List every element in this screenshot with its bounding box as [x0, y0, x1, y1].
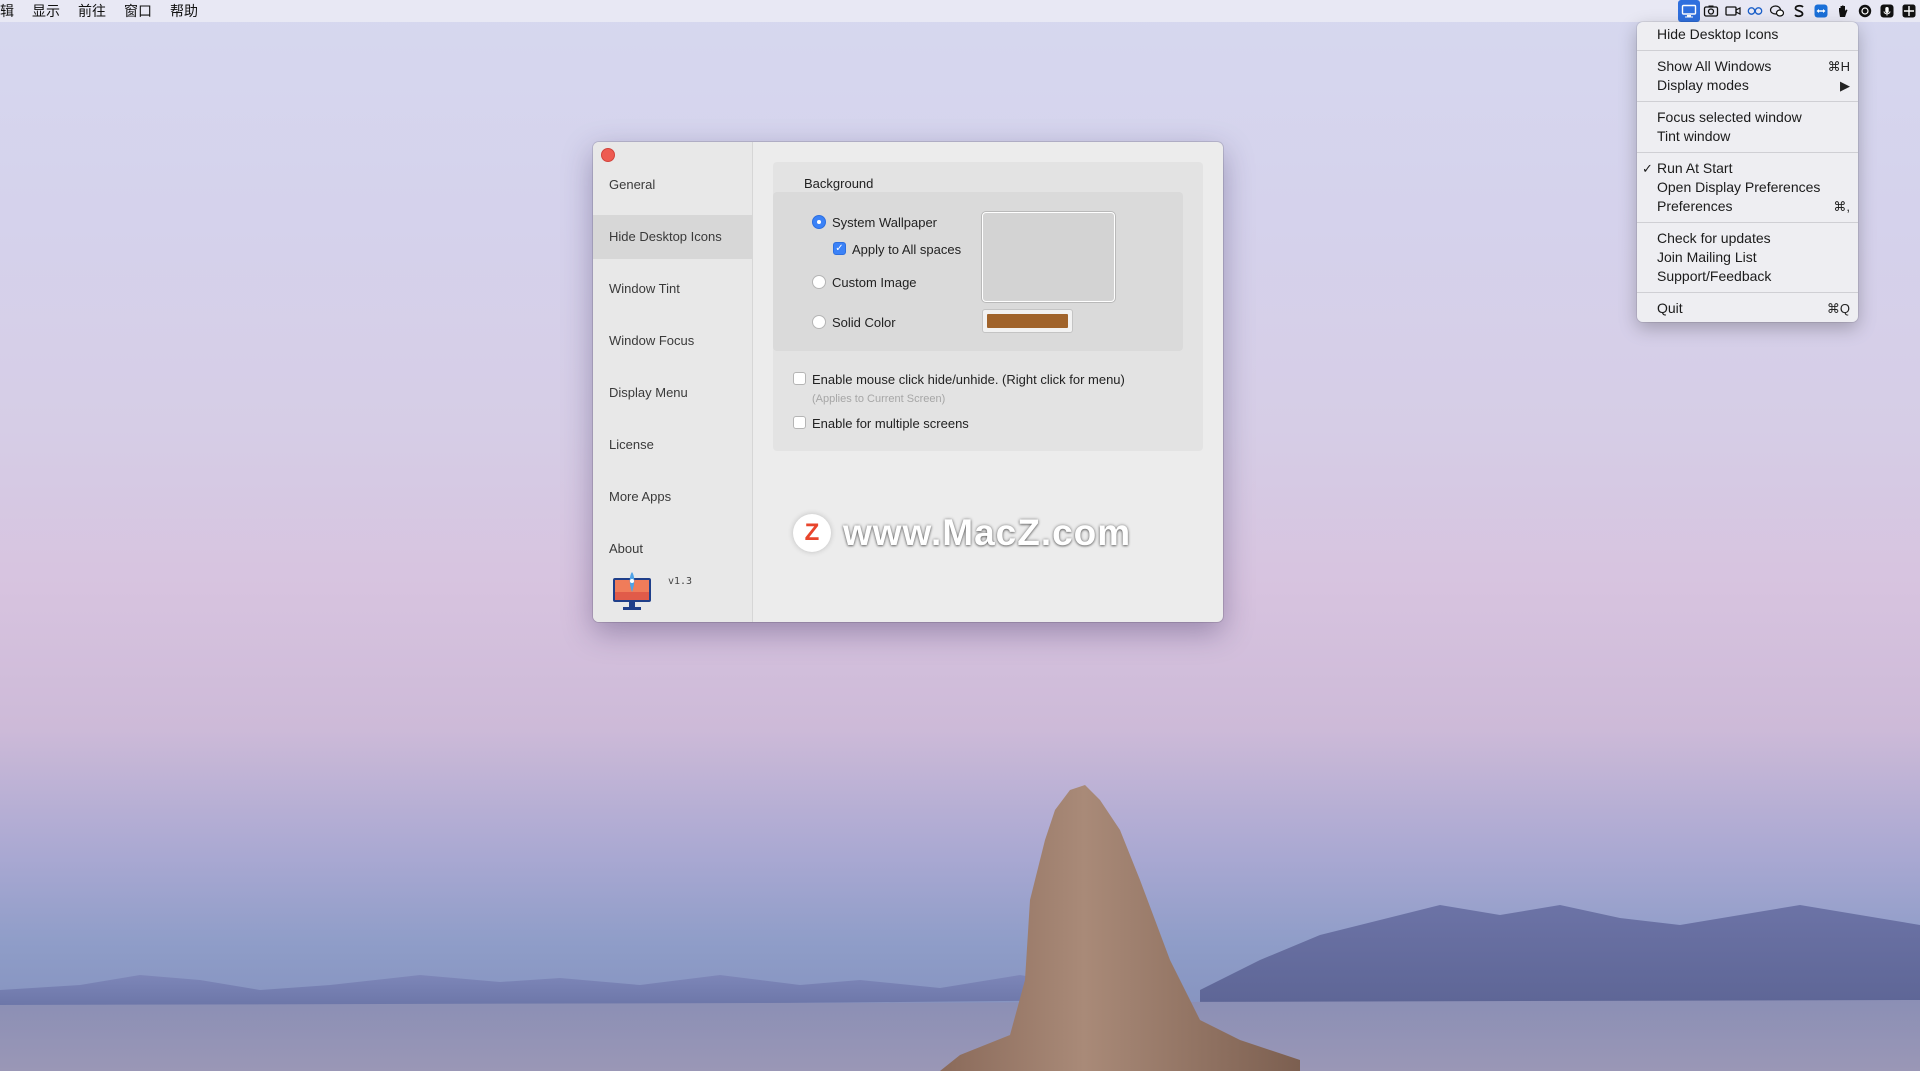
menu-bar: 辑 显示 前往 窗口 帮助: [0, 0, 1920, 22]
solid-color-swatch: [987, 314, 1068, 328]
content-pane: Background System Wallpaper ✓ Apply to A…: [753, 142, 1223, 622]
sidebar-item-hide-desktop-icons[interactable]: Hide Desktop Icons: [593, 215, 752, 259]
menu-separator: [1637, 101, 1858, 102]
menu-separator: [1637, 222, 1858, 223]
close-button[interactable]: [601, 148, 615, 162]
custom-image-label: Custom Image: [832, 275, 917, 290]
multiple-screens-checkbox[interactable]: [793, 416, 806, 429]
system-wallpaper-radio[interactable]: [812, 215, 826, 229]
wechat-icon[interactable]: [1766, 0, 1788, 22]
menu-item-run-at-start[interactable]: ✓ Run At Start: [1637, 159, 1858, 178]
version-label: v1.3: [668, 576, 693, 587]
menubar-item-go[interactable]: 前往: [69, 1, 115, 21]
grid-icon[interactable]: [1898, 0, 1920, 22]
sidebar-item-window-tint[interactable]: Window Tint: [593, 267, 752, 311]
menubar-item-view[interactable]: 显示: [23, 1, 69, 21]
background-options-box: System Wallpaper ✓ Apply to All spaces C…: [773, 192, 1183, 351]
menu-item-open-display-preferences[interactable]: Open Display Preferences: [1637, 178, 1858, 197]
menubar-item-window[interactable]: 窗口: [115, 1, 161, 21]
glasses-icon[interactable]: [1744, 0, 1766, 22]
checkmark-icon: ✓: [1642, 161, 1653, 176]
background-section-title: Background: [804, 176, 874, 191]
display-icon[interactable]: [1678, 0, 1700, 22]
circle-icon[interactable]: [1854, 0, 1876, 22]
image-preview-well[interactable]: [982, 212, 1115, 302]
sidebar-item-about[interactable]: About: [593, 527, 752, 571]
sidebar: General Hide Desktop Icons Window Tint W…: [593, 142, 753, 622]
menubar-item-edit[interactable]: 辑: [0, 1, 23, 21]
app-menu: Hide Desktop Icons Show All Windows ⌘H D…: [1637, 22, 1858, 322]
system-wallpaper-label: System Wallpaper: [832, 215, 937, 230]
menu-item-preferences[interactable]: Preferences ⌘,: [1637, 197, 1858, 216]
sidebar-item-more-apps[interactable]: More Apps: [593, 475, 752, 519]
menu-item-check-for-updates[interactable]: Check for updates: [1637, 229, 1858, 248]
mouse-click-label: Enable mouse click hide/unhide. (Right c…: [812, 372, 1125, 387]
app-logo-icon: [613, 572, 651, 610]
submenu-arrow-icon: ▶: [1840, 78, 1850, 93]
menu-item-join-mailing-list[interactable]: Join Mailing List: [1637, 248, 1858, 267]
solid-color-well[interactable]: [982, 309, 1073, 333]
status-icons: [1678, 0, 1920, 22]
preferences-window: General Hide Desktop Icons Window Tint W…: [593, 142, 1223, 622]
menu-item-tint-window[interactable]: Tint window: [1637, 127, 1858, 146]
sidebar-item-general[interactable]: General: [593, 163, 752, 207]
menu-separator: [1637, 50, 1858, 51]
video-icon[interactable]: [1722, 0, 1744, 22]
mouse-click-note: (Applies to Current Screen): [812, 393, 946, 405]
sidebar-item-license[interactable]: License: [593, 423, 752, 467]
watermark: Z www.MacZ.com: [793, 512, 1131, 554]
s-icon[interactable]: [1788, 0, 1810, 22]
solid-color-radio[interactable]: [812, 315, 826, 329]
sidebar-item-window-focus[interactable]: Window Focus: [593, 319, 752, 363]
mouse-click-checkbox[interactable]: [793, 372, 806, 385]
menu-item-focus-selected-window[interactable]: Focus selected window: [1637, 108, 1858, 127]
apply-all-spaces-checkbox[interactable]: ✓: [833, 242, 846, 255]
menu-separator: [1637, 292, 1858, 293]
hand-icon[interactable]: [1832, 0, 1854, 22]
menu-item-support-feedback[interactable]: Support/Feedback: [1637, 267, 1858, 286]
menubar-item-help[interactable]: 帮助: [161, 1, 207, 21]
menu-item-quit[interactable]: Quit ⌘Q: [1637, 299, 1858, 318]
menu-item-show-all-windows[interactable]: Show All Windows ⌘H: [1637, 57, 1858, 76]
watermark-text: www.MacZ.com: [843, 512, 1132, 553]
menu-item-hide-desktop-icons[interactable]: Hide Desktop Icons: [1637, 25, 1858, 44]
mic-icon[interactable]: [1876, 0, 1898, 22]
multiple-screens-label: Enable for multiple screens: [812, 416, 969, 431]
watermark-badge: Z: [793, 514, 831, 552]
camera-icon[interactable]: [1700, 0, 1722, 22]
menu-item-display-modes[interactable]: Display modes ▶: [1637, 76, 1858, 95]
sidebar-item-display-menu[interactable]: Display Menu: [593, 371, 752, 415]
apply-all-spaces-label: Apply to All spaces: [852, 242, 962, 257]
teamviewer-icon[interactable]: [1810, 0, 1832, 22]
solid-color-label: Solid Color: [832, 315, 896, 330]
menu-separator: [1637, 152, 1858, 153]
custom-image-radio[interactable]: [812, 275, 826, 289]
